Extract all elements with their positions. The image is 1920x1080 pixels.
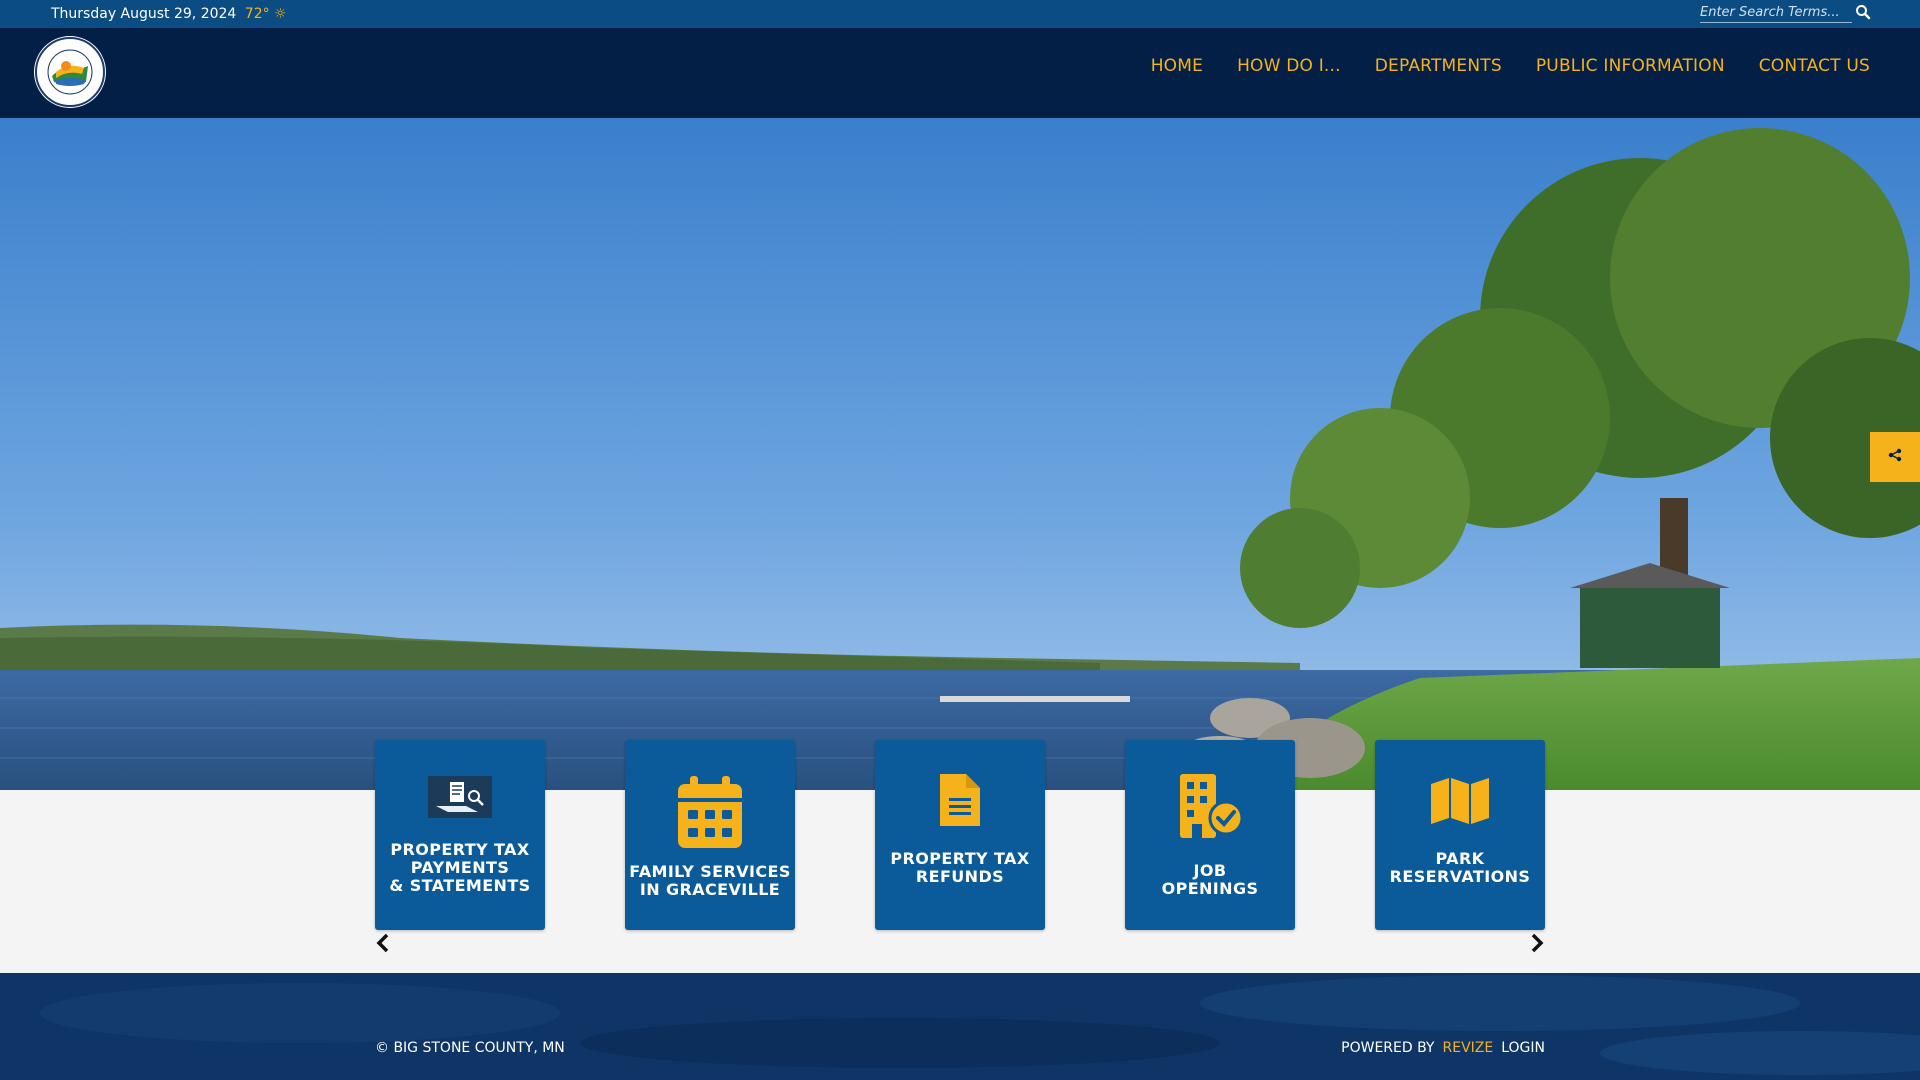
footer-links: POWERED BY REVIZE LOGIN xyxy=(1341,1040,1545,1056)
quick-link-label: PROPERTY TAX PAYMENTS & STATEMENTS xyxy=(389,840,531,895)
login-link[interactable]: LOGIN xyxy=(1501,1040,1545,1056)
quick-links: PROPERTY TAX PAYMENTS & STATEMENTS FAMIL… xyxy=(375,740,1545,930)
share-icon xyxy=(1888,448,1902,467)
temperature: 72° ☼ xyxy=(244,6,287,22)
top-bar: Thursday August 29, 2024 72° ☼ xyxy=(0,0,1920,28)
powered-by-label: POWERED BY xyxy=(1341,1040,1435,1056)
share-button[interactable] xyxy=(1870,432,1920,482)
nav-home[interactable]: HOME xyxy=(1151,56,1203,76)
main-navigation: HOME HOW DO I... DEPARTMENTS PUBLIC INFO… xyxy=(1151,56,1870,76)
quick-link-family-services[interactable]: FAMILY SERVICES IN GRACEVILLE xyxy=(625,740,795,930)
quick-link-park-reservations[interactable]: PARK RESERVATIONS xyxy=(1375,740,1545,930)
date-weather: Thursday August 29, 2024 72° ☼ xyxy=(51,6,287,22)
quick-link-label: FAMILY SERVICES IN GRACEVILLE xyxy=(629,862,791,899)
hero-lake-image xyxy=(0,118,1920,790)
revize-link[interactable]: REVIZE xyxy=(1443,1040,1494,1056)
nav-public-information[interactable]: PUBLIC INFORMATION xyxy=(1536,56,1725,76)
quick-link-job-openings[interactable]: JOB OPENINGS xyxy=(1125,740,1295,930)
document-icon xyxy=(875,774,1045,826)
site-footer: © BIG STONE COUNTY, MN POWERED BY REVIZE… xyxy=(0,973,1920,1080)
quick-link-label: PROPERTY TAX REFUNDS xyxy=(890,849,1030,886)
chevron-left-icon[interactable] xyxy=(373,932,393,954)
nav-contact-us[interactable]: CONTACT US xyxy=(1759,56,1870,76)
quick-link-label: PARK RESERVATIONS xyxy=(1389,849,1531,886)
search-icon[interactable] xyxy=(1855,4,1873,22)
quick-link-property-tax-refunds[interactable]: PROPERTY TAX REFUNDS xyxy=(875,740,1045,930)
site-header: HOME HOW DO I... DEPARTMENTS PUBLIC INFO… xyxy=(0,28,1920,118)
building-check-icon xyxy=(1125,774,1295,838)
county-logo[interactable] xyxy=(34,36,106,108)
calendar-icon xyxy=(625,776,795,848)
copyright: © BIG STONE COUNTY, MN xyxy=(375,1040,565,1056)
quick-link-label: JOB OPENINGS xyxy=(1161,861,1259,898)
search-input[interactable] xyxy=(1700,3,1852,23)
footer-texture xyxy=(0,973,1920,1080)
map-icon xyxy=(1375,778,1545,824)
current-date: Thursday August 29, 2024 xyxy=(51,6,237,22)
nav-departments[interactable]: DEPARTMENTS xyxy=(1375,56,1502,76)
nav-how-do-i[interactable]: HOW DO I... xyxy=(1237,56,1341,76)
tax-payment-icon xyxy=(375,776,545,818)
quick-link-property-tax-payments[interactable]: PROPERTY TAX PAYMENTS & STATEMENTS xyxy=(375,740,545,930)
chevron-right-icon[interactable] xyxy=(1527,932,1547,954)
